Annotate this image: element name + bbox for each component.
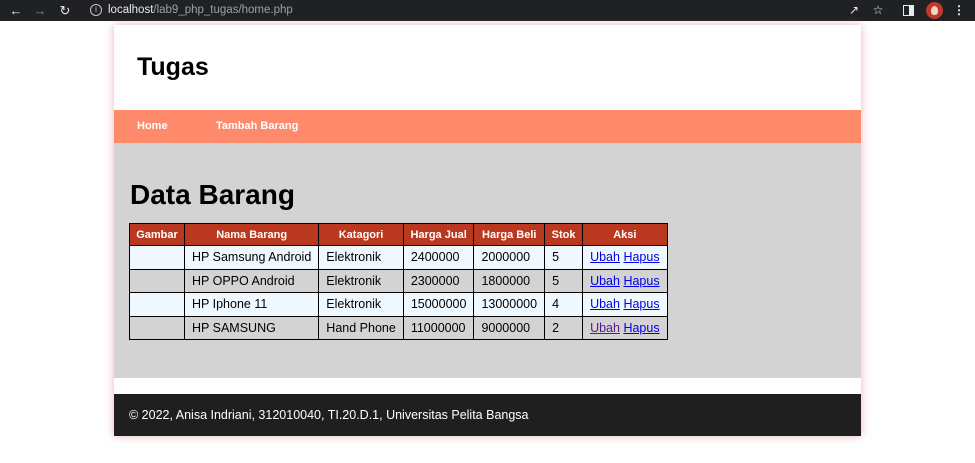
hapus-link[interactable]: Hapus bbox=[623, 297, 659, 311]
cell-nama-barang: HP Samsung Android bbox=[183, 245, 320, 270]
cell-harga-beli: 1800000 bbox=[473, 268, 546, 293]
column-header-stok: Stok bbox=[544, 223, 584, 246]
table-row: HP OPPO Android Elektronik 2300000 18000… bbox=[129, 268, 668, 293]
table-header-row: Gambar Nama Barang Katagori Harga Jual H… bbox=[129, 223, 668, 246]
site-footer: © 2022, Anisa Indriani, 312010040, TI.20… bbox=[114, 394, 861, 436]
browser-toolbar: ← → ↻ i localhost/lab9_php_tugas/home.ph… bbox=[0, 0, 975, 21]
cell-katagori: Elektronik bbox=[318, 245, 404, 270]
ubah-link[interactable]: Ubah bbox=[590, 297, 620, 311]
ubah-link[interactable]: Ubah bbox=[590, 274, 620, 288]
cell-stok: 2 bbox=[544, 315, 584, 340]
cell-stok: 4 bbox=[544, 292, 584, 317]
cell-katagori: Elektronik bbox=[318, 292, 404, 317]
url-text[interactable]: localhost/lab9_php_tugas/home.php bbox=[108, 3, 293, 18]
share-icon[interactable]: ↗ bbox=[846, 3, 862, 18]
hapus-link[interactable]: Hapus bbox=[623, 321, 659, 335]
avatar[interactable] bbox=[926, 2, 943, 19]
nav-link-tambah-barang[interactable]: Tambah Barang bbox=[216, 110, 298, 143]
hapus-link[interactable]: Hapus bbox=[623, 274, 659, 288]
column-header-aksi: Aksi bbox=[582, 223, 668, 246]
cell-gambar bbox=[129, 245, 185, 270]
back-icon[interactable]: ← bbox=[7, 2, 25, 19]
table-row: HP SAMSUNG Hand Phone 11000000 9000000 2… bbox=[129, 315, 668, 340]
ubah-link[interactable]: Ubah bbox=[590, 250, 620, 264]
footer-text: © 2022, Anisa Indriani, 312010040, TI.20… bbox=[129, 408, 529, 422]
menu-icon[interactable]: ⋮ bbox=[951, 3, 967, 18]
column-header-nama-barang: Nama Barang bbox=[183, 223, 320, 246]
cell-aksi: Ubah Hapus bbox=[582, 268, 668, 293]
url-path: /lab9_php_tugas/home.php bbox=[153, 4, 293, 16]
column-header-gambar: Gambar bbox=[129, 223, 185, 246]
nav-link-home[interactable]: Home bbox=[137, 110, 168, 143]
table-row: HP Iphone 11 Elektronik 15000000 1300000… bbox=[129, 292, 668, 317]
cell-gambar bbox=[129, 315, 185, 340]
column-header-harga-jual: Harga Jual bbox=[402, 223, 475, 246]
cell-harga-beli: 13000000 bbox=[473, 292, 546, 317]
page-heading: Data Barang bbox=[130, 179, 295, 210]
cell-harga-jual: 2300000 bbox=[402, 268, 475, 293]
cell-aksi: Ubah Hapus bbox=[582, 315, 668, 340]
cell-nama-barang: HP Iphone 11 bbox=[183, 292, 320, 317]
cell-aksi: Ubah Hapus bbox=[582, 292, 668, 317]
cell-harga-jual: 15000000 bbox=[402, 292, 475, 317]
cell-aksi: Ubah Hapus bbox=[582, 245, 668, 270]
star-icon[interactable]: ☆ bbox=[870, 3, 886, 18]
cell-katagori: Elektronik bbox=[318, 268, 404, 293]
forward-icon[interactable]: → bbox=[31, 2, 49, 19]
info-icon[interactable]: i bbox=[90, 4, 102, 16]
cell-harga-beli: 2000000 bbox=[473, 245, 546, 270]
site-header: Tugas bbox=[114, 25, 861, 110]
cell-stok: 5 bbox=[544, 245, 584, 270]
column-header-harga-beli: Harga Beli bbox=[473, 223, 546, 246]
column-header-katagori: Katagori bbox=[318, 223, 404, 246]
hapus-link[interactable]: Hapus bbox=[623, 250, 659, 264]
page-container: Tugas Home Tambah Barang Data Barang Gam… bbox=[114, 25, 861, 436]
table-row: HP Samsung Android Elektronik 2400000 20… bbox=[129, 245, 668, 270]
cell-harga-jual: 11000000 bbox=[402, 315, 475, 340]
ubah-link[interactable]: Ubah bbox=[590, 321, 620, 335]
cell-harga-jual: 2400000 bbox=[402, 245, 475, 270]
cell-katagori: Hand Phone bbox=[318, 315, 404, 340]
main-content: Data Barang Gambar Nama Barang Katagori … bbox=[114, 143, 861, 378]
side-panel-icon[interactable] bbox=[900, 3, 916, 18]
url-host: localhost bbox=[108, 4, 154, 16]
data-table: Gambar Nama Barang Katagori Harga Jual H… bbox=[129, 223, 668, 340]
cell-harga-beli: 9000000 bbox=[473, 315, 546, 340]
cell-nama-barang: HP SAMSUNG bbox=[183, 315, 320, 340]
cell-nama-barang: HP OPPO Android bbox=[183, 268, 320, 293]
reload-icon[interactable]: ↻ bbox=[56, 2, 74, 19]
cell-gambar bbox=[129, 268, 185, 293]
cell-gambar bbox=[129, 292, 185, 317]
address-bar[interactable]: i localhost/lab9_php_tugas/home.php bbox=[82, 1, 906, 20]
cell-stok: 5 bbox=[544, 268, 584, 293]
site-title: Tugas bbox=[137, 53, 209, 81]
nav-bar: Home Tambah Barang bbox=[114, 110, 861, 143]
